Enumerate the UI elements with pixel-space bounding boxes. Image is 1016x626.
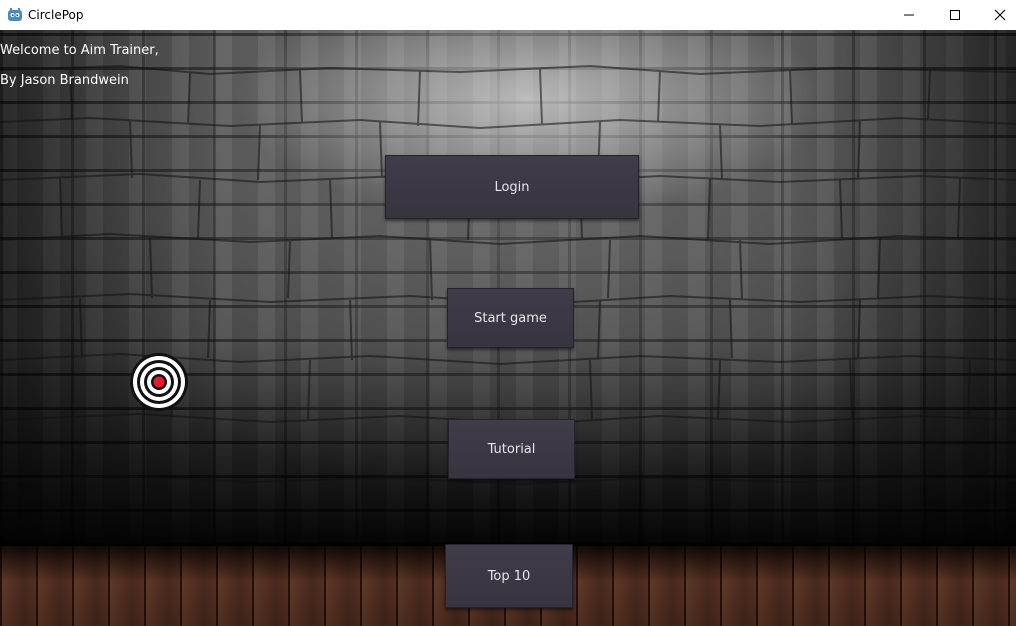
author-text: By Jason Brandwein <box>0 73 129 88</box>
top10-button[interactable]: Top 10 <box>445 544 573 608</box>
welcome-text: Welcome to Aim Trainer, <box>0 43 159 58</box>
app-window: CirclePop Welcome to Aim Trainer, By Jas… <box>0 0 1016 626</box>
maximize-button[interactable] <box>932 0 978 30</box>
close-icon <box>994 9 1006 21</box>
tutorial-button[interactable]: Tutorial <box>448 419 575 479</box>
start-game-button[interactable]: Start game <box>447 288 574 348</box>
window-title: CirclePop <box>28 8 84 22</box>
minimize-icon <box>904 14 914 16</box>
minimize-button[interactable] <box>886 0 932 30</box>
godot-icon <box>8 8 22 21</box>
target-icon[interactable] <box>129 352 189 412</box>
close-button[interactable] <box>977 0 1016 30</box>
login-button[interactable]: Login <box>385 155 639 219</box>
maximize-icon <box>950 10 960 20</box>
game-viewport: Welcome to Aim Trainer, By Jason Brandwe… <box>0 30 1016 626</box>
title-bar[interactable]: CirclePop <box>0 0 1016 30</box>
